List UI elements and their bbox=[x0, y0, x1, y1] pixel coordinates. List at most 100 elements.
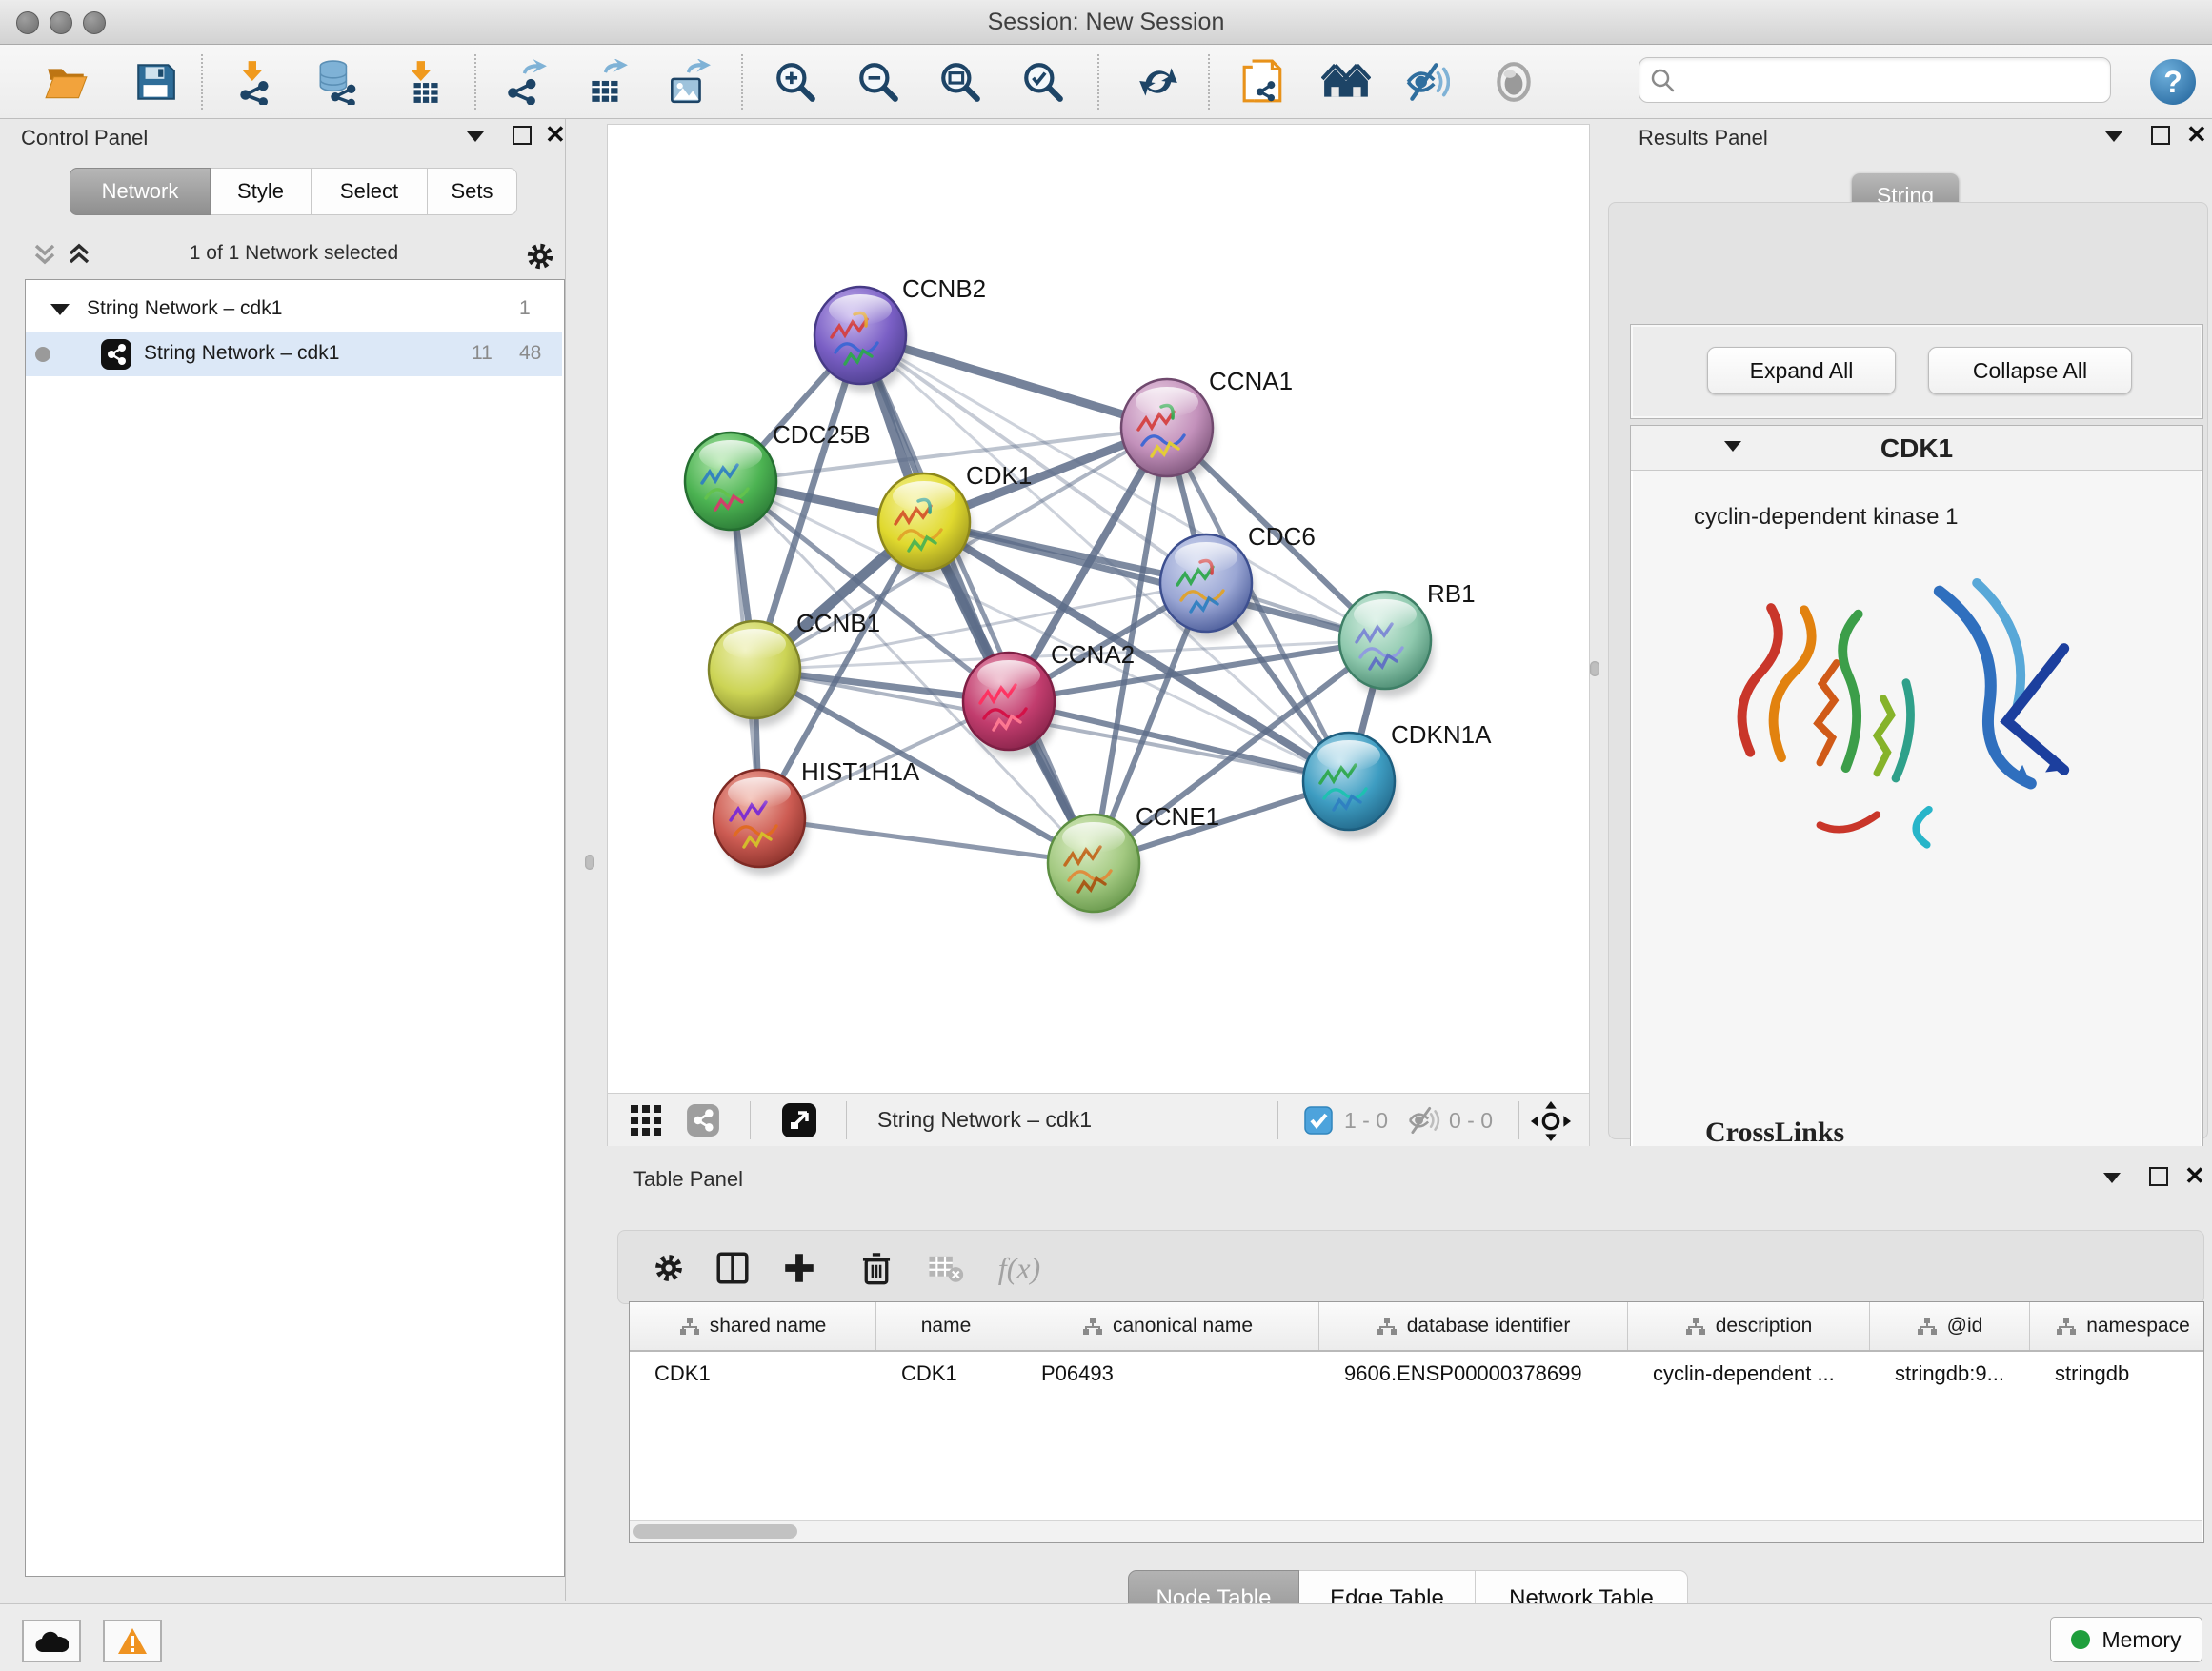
network-share-gray-icon[interactable] bbox=[686, 1103, 720, 1142]
apply-preferred-layout-icon[interactable] bbox=[1134, 57, 1183, 107]
help-icon[interactable]: ? bbox=[2148, 57, 2198, 107]
hidden-count: 0 - 0 bbox=[1449, 1108, 1493, 1134]
zoom-selected-icon[interactable] bbox=[1018, 57, 1068, 107]
selected-checkbox-icon[interactable] bbox=[1304, 1106, 1333, 1139]
collapse-all-button[interactable]: Collapse All bbox=[1928, 347, 2132, 394]
node-label-CCNA1: CCNA1 bbox=[1209, 367, 1293, 395]
first-neighbors-icon[interactable] bbox=[1321, 57, 1371, 107]
cell-description[interactable]: cyclin-dependent ... bbox=[1628, 1352, 1870, 1396]
node-label-CDC6: CDC6 bbox=[1248, 522, 1316, 551]
gear-icon[interactable] bbox=[522, 238, 558, 279]
create-column-icon[interactable] bbox=[775, 1244, 823, 1292]
splitter-handle[interactable] bbox=[585, 855, 594, 870]
cell-shared-name[interactable]: CDK1 bbox=[630, 1352, 876, 1396]
zoom-out-icon[interactable] bbox=[854, 57, 903, 107]
export-network-icon[interactable] bbox=[501, 57, 551, 107]
column-header-description[interactable]: description bbox=[1628, 1302, 1870, 1350]
node-HIST1H1A[interactable] bbox=[714, 770, 808, 876]
string-results-pane: Expand All Collapse All CDK1 cyclin-depe… bbox=[1608, 202, 2208, 1139]
crosslinks-heading: CrossLinks bbox=[1705, 1117, 1844, 1149]
column-header-shared-name[interactable]: shared name bbox=[630, 1302, 876, 1350]
tab-select[interactable]: Select bbox=[312, 168, 428, 215]
save-session-icon[interactable] bbox=[131, 57, 180, 107]
node-CDK1[interactable] bbox=[878, 473, 973, 579]
crosshair-icon[interactable] bbox=[1530, 1100, 1572, 1147]
expand-all-button[interactable]: Expand All bbox=[1707, 347, 1896, 394]
node-label-CCNB2: CCNB2 bbox=[902, 274, 986, 303]
cell-name[interactable]: CDK1 bbox=[876, 1352, 1016, 1396]
panel-close-icon[interactable]: ✕ bbox=[2186, 127, 2207, 142]
tab-style[interactable]: Style bbox=[211, 168, 312, 215]
column-header-name[interactable]: name bbox=[876, 1302, 1016, 1350]
delete-column-trash-icon[interactable] bbox=[853, 1244, 900, 1292]
table-panel: Table Panel ✕ f(x) shared namenamecanoni… bbox=[607, 1146, 2212, 1603]
memory-button[interactable]: Memory bbox=[2050, 1617, 2202, 1662]
panel-float-icon[interactable] bbox=[513, 126, 532, 145]
protein-detail-box: CDK1 cyclin-dependent kinase 1 bbox=[1630, 425, 2203, 1219]
cell-canonical-name[interactable]: P06493 bbox=[1016, 1352, 1319, 1396]
current-network-dot-icon bbox=[35, 347, 50, 362]
hide-selected-icon[interactable] bbox=[1402, 57, 1452, 107]
search-input[interactable] bbox=[1681, 62, 2104, 98]
new-network-from-selection-icon[interactable] bbox=[1238, 57, 1288, 107]
selected-count: 1 - 0 bbox=[1344, 1108, 1388, 1134]
birds-eye-view-icon[interactable] bbox=[781, 1102, 817, 1143]
memory-label: Memory bbox=[2101, 1627, 2181, 1653]
node-CDC6[interactable] bbox=[1160, 534, 1255, 640]
panel-close-icon[interactable]: ✕ bbox=[545, 127, 566, 142]
import-network-from-file-icon[interactable] bbox=[231, 57, 281, 107]
scrollbar-thumb[interactable] bbox=[633, 1524, 797, 1539]
cell-namespace[interactable]: stringdb bbox=[2030, 1352, 2204, 1396]
node-RB1[interactable] bbox=[1339, 592, 1434, 697]
tab-network[interactable]: Network bbox=[70, 168, 211, 215]
table-options-gear-icon[interactable] bbox=[645, 1244, 693, 1292]
horizontal-scrollbar[interactable] bbox=[630, 1520, 2202, 1542]
table-panel-title: Table Panel bbox=[633, 1167, 743, 1192]
toolbar-separator bbox=[1208, 54, 1210, 110]
node-label-CDC25B: CDC25B bbox=[773, 420, 871, 449]
zoom-fit-content-icon[interactable] bbox=[935, 57, 985, 107]
open-session-icon[interactable] bbox=[42, 57, 91, 107]
zoom-in-icon[interactable] bbox=[771, 57, 820, 107]
column-header-canonical-name[interactable]: canonical name bbox=[1016, 1302, 1319, 1350]
node-CCNB2[interactable] bbox=[814, 287, 909, 393]
cell-@id[interactable]: stringdb:9... bbox=[1870, 1352, 2030, 1396]
column-header-@id[interactable]: @id bbox=[1870, 1302, 2030, 1350]
network-row-selected[interactable]: String Network – cdk1 11 48 bbox=[26, 332, 562, 376]
column-header-database-identifier[interactable]: database identifier bbox=[1319, 1302, 1628, 1350]
node-label-CDK1: CDK1 bbox=[966, 461, 1032, 490]
node-CCNA1[interactable] bbox=[1121, 379, 1216, 485]
node-CCNE1[interactable] bbox=[1048, 815, 1142, 920]
network-collection-row[interactable]: String Network – cdk1 1 bbox=[26, 287, 562, 332]
edge-HIST1H1A-CCNE1[interactable] bbox=[759, 818, 1094, 863]
node-label-RB1: RB1 bbox=[1427, 579, 1476, 608]
import-network-from-database-icon[interactable] bbox=[312, 57, 361, 107]
node-CDKN1A[interactable] bbox=[1303, 733, 1398, 838]
node-label-CDKN1A: CDKN1A bbox=[1391, 720, 1492, 749]
table-row[interactable]: CDK1CDK1P064939606.ENSP00000378699cyclin… bbox=[630, 1352, 2204, 1396]
cell-database-identifier[interactable]: 9606.ENSP00000378699 bbox=[1319, 1352, 1628, 1396]
column-header-namespace[interactable]: namespace bbox=[2030, 1302, 2204, 1350]
control-panel: Control Panel ✕ NetworkStyleSelectSets 1… bbox=[0, 119, 566, 1601]
hidden-eye-icon[interactable] bbox=[1406, 1104, 1440, 1141]
panel-float-icon[interactable] bbox=[2151, 126, 2170, 145]
show-columns-icon[interactable] bbox=[709, 1244, 756, 1292]
panel-menu-icon[interactable] bbox=[2105, 131, 2122, 142]
warning-button[interactable] bbox=[103, 1620, 162, 1662]
export-table-icon[interactable] bbox=[582, 57, 632, 107]
tab-sets[interactable]: Sets bbox=[428, 168, 517, 215]
node-edge-grid-icon[interactable] bbox=[629, 1103, 663, 1142]
node-CCNB1[interactable] bbox=[709, 621, 803, 727]
show-graphics-details-icon[interactable] bbox=[1489, 57, 1538, 107]
cytoscape-window: Session: New Session bbox=[0, 0, 2212, 1671]
import-table-from-file-icon[interactable] bbox=[400, 57, 450, 107]
tree-expand-icon[interactable] bbox=[50, 304, 70, 315]
export-image-icon[interactable] bbox=[663, 57, 713, 107]
panel-menu-icon[interactable] bbox=[467, 131, 484, 142]
cloud-button[interactable] bbox=[22, 1620, 81, 1662]
panel-menu-icon[interactable] bbox=[2103, 1173, 2121, 1183]
panel-float-icon[interactable] bbox=[2149, 1167, 2168, 1186]
protein-header[interactable]: CDK1 bbox=[1631, 426, 2202, 471]
node-CDC25B[interactable] bbox=[685, 433, 779, 538]
panel-close-icon[interactable]: ✕ bbox=[2184, 1168, 2205, 1183]
